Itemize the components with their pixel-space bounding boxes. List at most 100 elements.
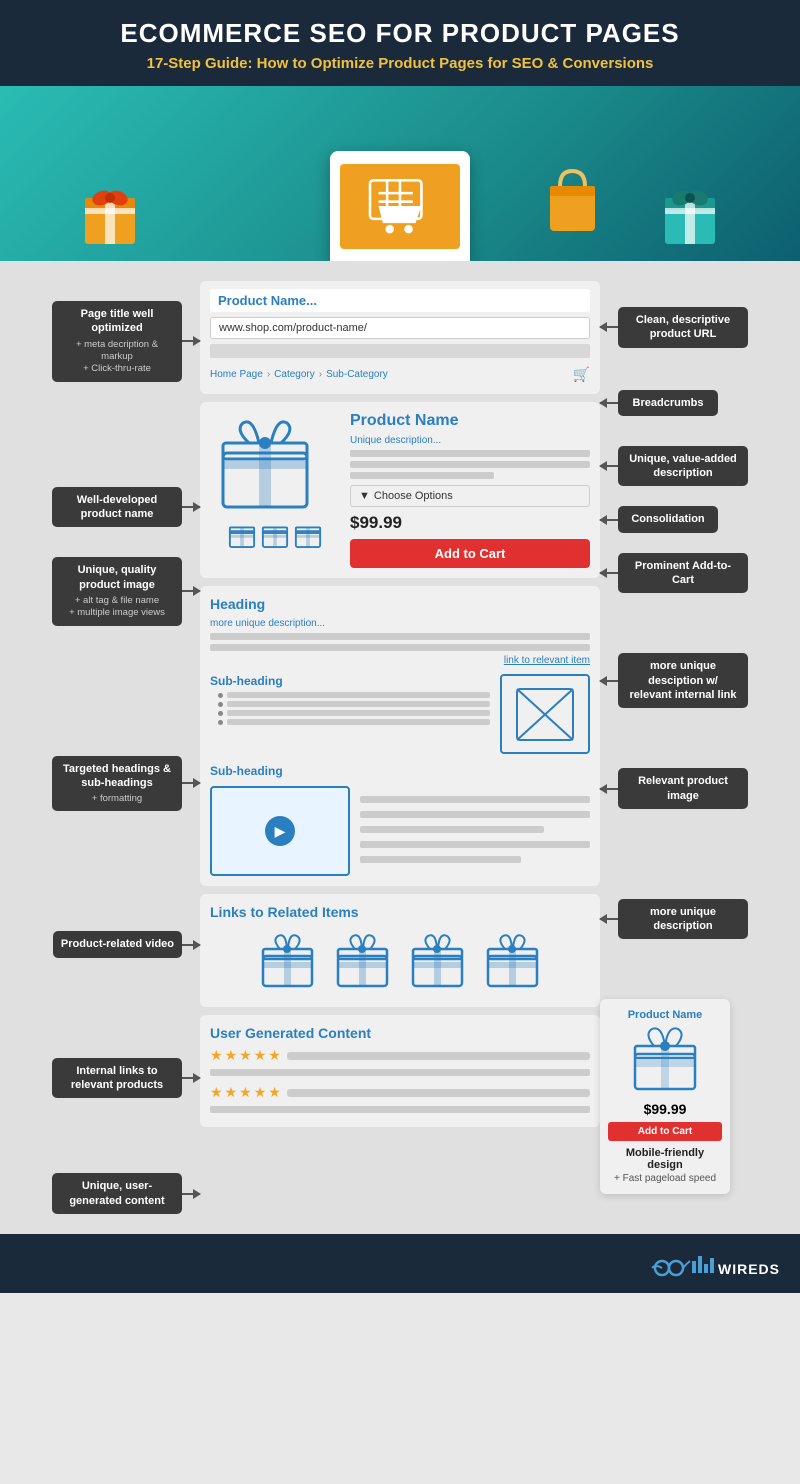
vdesc-5	[360, 856, 521, 863]
ugc-text-1	[210, 1069, 590, 1076]
internal-links-label: Internal links to relevant products	[52, 1058, 182, 1099]
hero-bag	[545, 166, 600, 241]
bullet-1	[218, 692, 490, 698]
video-placeholder[interactable]: ▶	[210, 786, 350, 876]
more-unique-desc: more unique description...	[210, 618, 590, 629]
price: $99.99	[350, 513, 590, 533]
left-item-video: Product-related video	[40, 931, 200, 957]
star-2-5: ★	[268, 1084, 281, 1101]
breadcrumb-bar: Home Page › Category › Sub-Category 🛒	[210, 363, 590, 386]
right-item-url: Clean, descriptive product URL	[600, 307, 760, 348]
internal-link[interactable]: link to relevant item	[504, 655, 590, 666]
hero-banner	[0, 86, 800, 261]
right-item-description: Unique, value-added description	[600, 446, 760, 487]
related-gifts	[210, 926, 590, 997]
relevant-image-label: Relevant product image	[618, 768, 748, 809]
left-labels: Page title well optimized + meta decript…	[40, 281, 200, 1214]
product-detail-area: Product Name Unique description... ▼ Cho…	[350, 412, 590, 568]
desc-line-3	[350, 472, 494, 479]
related-heading: Links to Related Items	[210, 904, 590, 920]
left-item-product-name: Well-developed product name	[40, 487, 200, 528]
breadcrumb-home: Home Page	[210, 369, 263, 380]
svg-text:WIREDSEO: WIREDSEO	[718, 1261, 780, 1277]
arrow-description	[600, 465, 618, 467]
breadcrumb-sep2: ›	[319, 369, 322, 380]
card-sublabel: + Fast pageload speed	[608, 1173, 722, 1184]
arrow-url	[600, 326, 618, 328]
product-image-label: Unique, quality product image + alt tag …	[52, 557, 182, 625]
main-content: Page title well optimized + meta decript…	[0, 261, 800, 1234]
ugc-text-2	[210, 1106, 590, 1113]
desc-section: Heading more unique description... link …	[200, 586, 600, 886]
subheading-label-2: Sub-heading	[210, 764, 590, 778]
ugc-heading: User Generated Content	[210, 1025, 590, 1041]
headings-label: Targeted headings & sub-headings + forma…	[52, 756, 182, 812]
product-image-sub: + alt tag & file name+ multiple image vi…	[60, 595, 174, 620]
desc-text-line-2	[210, 644, 590, 651]
arrow-more-desc-internal	[600, 680, 618, 682]
url-bar-area: Product Name... www.shop.com/product-nam…	[200, 281, 600, 394]
left-item-product-image: Unique, quality product image + alt tag …	[40, 557, 200, 625]
stars-2: ★ ★ ★ ★ ★	[210, 1084, 281, 1101]
hero-gift-right	[660, 176, 720, 251]
section-heading: Heading	[210, 596, 590, 612]
arrow-more-desc	[600, 918, 618, 920]
breadcrumb-category: Category	[274, 369, 315, 380]
breadcrumbs-label: Breadcrumbs	[618, 390, 718, 416]
logo-svg: WIREDSEO	[650, 1246, 780, 1281]
star-1-5: ★	[268, 1047, 281, 1064]
left-item-internal-links: Internal links to relevant products	[40, 1058, 200, 1099]
header: ECOMMERCE SEO FOR PRODUCT PAGES 17-Step …	[0, 0, 800, 86]
product-name-label: Well-developed product name	[52, 487, 182, 528]
ugc-section: User Generated Content ★ ★ ★ ★ ★ ★ ★	[200, 1015, 600, 1127]
hero-gift-left	[80, 176, 140, 251]
bullet-2	[218, 701, 490, 707]
product-section: Product Name Unique description... ▼ Cho…	[200, 402, 600, 578]
star-1-1: ★	[210, 1047, 223, 1064]
header-title: ECOMMERCE SEO FOR PRODUCT PAGES	[20, 18, 780, 49]
page-title-sub: + meta decription & markup+ Click-thru-r…	[60, 339, 174, 376]
headings-sub: + formatting	[60, 793, 174, 805]
desc-text-line-1	[210, 633, 590, 640]
card-add-button[interactable]: Add to Cart	[608, 1122, 722, 1141]
arrow-product-image	[182, 590, 200, 592]
ugc-label: Unique, user-generated content	[52, 1173, 182, 1214]
arrow-breadcrumbs	[600, 402, 618, 404]
url-bar: www.shop.com/product-name/	[210, 317, 590, 339]
internal-link-line: link to relevant item	[210, 655, 590, 666]
product-card-right: Product Name $99.99 Add to Cart Mobile-f…	[600, 999, 730, 1194]
related-gift-4	[485, 934, 540, 989]
play-button[interactable]: ▶	[265, 816, 295, 846]
breadcrumb-sep1: ›	[267, 369, 270, 380]
stars-1: ★ ★ ★ ★ ★	[210, 1047, 281, 1064]
right-item-atc: Prominent Add-to-Cart	[600, 553, 760, 594]
card-product-name: Product Name	[608, 1009, 722, 1021]
right-item-relevant-image: Relevant product image	[600, 768, 760, 809]
video-label: Product-related video	[53, 931, 182, 957]
wired-seo-logo: WIREDSEO	[650, 1246, 780, 1281]
arrow-consolidation	[600, 519, 618, 521]
vdesc-2	[360, 811, 590, 818]
right-labels: Clean, descriptive product URL Breadcrum…	[600, 281, 760, 1194]
vdesc-4	[360, 841, 590, 848]
subheading-row-1: Sub-heading	[210, 674, 590, 754]
add-to-cart-button[interactable]: Add to Cart	[350, 539, 590, 568]
desc-line-1	[350, 450, 590, 457]
right-item-breadcrumbs: Breadcrumbs	[600, 390, 760, 416]
product-name-bar: Product Name...	[210, 289, 590, 312]
center-mockup: Product Name... www.shop.com/product-nam…	[200, 281, 600, 1135]
related-gift-2	[335, 934, 390, 989]
review-row-2: ★ ★ ★ ★ ★	[210, 1084, 590, 1101]
related-gift-1	[260, 934, 315, 989]
video-desc	[360, 786, 590, 876]
product-thumbnails	[210, 520, 340, 548]
hero-monitor	[330, 151, 470, 261]
dropdown-icon: ▼	[359, 490, 370, 502]
choose-options[interactable]: ▼ Choose Options	[350, 485, 590, 507]
card-price: $99.99	[608, 1101, 722, 1117]
page-title-label: Page title well optimized + meta decript…	[52, 301, 182, 382]
related-section: Links to Related Items	[200, 894, 600, 1007]
video-row: ▶	[210, 786, 590, 876]
subheading-label-1: Sub-heading	[210, 674, 490, 688]
breadcrumb-subcategory: Sub-Category	[326, 369, 388, 380]
